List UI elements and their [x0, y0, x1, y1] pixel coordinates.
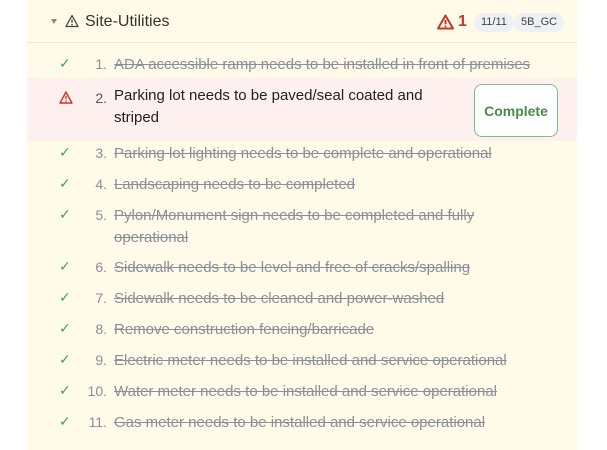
item-text: Sidewalk needs to be level and free of c… [114, 259, 471, 276]
warning-icon [65, 14, 79, 28]
item-number: 2. [95, 90, 107, 106]
item-number: 3. [95, 145, 107, 161]
check-icon: ✓ [59, 382, 71, 398]
complete-button[interactable]: Complete [474, 84, 558, 137]
item-number: 8. [95, 321, 107, 337]
item-text: Sidewalk needs to be cleaned and power-w… [114, 290, 445, 307]
check-icon: ✓ [59, 258, 71, 274]
item-text: Water meter needs to be installed and se… [114, 383, 497, 400]
checklist-item: ✓ 5. Pylon/Monument sign needs to be com… [27, 204, 577, 250]
check-icon: ✓ [59, 55, 71, 71]
item-number: 11. [88, 414, 107, 430]
item-number: 1. [95, 56, 107, 72]
progress-badge: 11/11 [474, 13, 514, 32]
checklist-item: ✓ 4. Landscaping needs to be completed [27, 173, 577, 197]
item-text: Pylon/Monument sign needs to be complete… [114, 207, 475, 246]
checklist-item: ✓ 6. Sidewalk needs to be level and free… [27, 256, 577, 280]
item-number: 4. [95, 176, 107, 192]
item-text: Landscaping needs to be completed [114, 176, 356, 193]
section-title: Site-Utilities [85, 13, 170, 30]
checklist-item: ✓ 3. Parking lot lighting needs to be co… [27, 142, 577, 166]
checklist-item: ✓ 1. ADA accessible ramp needs to be ins… [27, 53, 577, 77]
warning-icon [59, 91, 73, 104]
check-icon: ✓ [59, 413, 71, 429]
checklist-section: Site-Utilities 1 11/11 5B_GC ✓ 1. ADA ac… [27, 0, 577, 450]
checklist-item: ✓ 7. Sidewalk needs to be cleaned and po… [27, 287, 577, 311]
checklist-item: ✓ 8. Remove construction fencing/barrica… [27, 318, 577, 342]
alert-count: 1 [458, 13, 467, 30]
checklist-item: ✓ 9. Electric meter needs to be installe… [27, 349, 577, 373]
item-number: 9. [95, 352, 107, 368]
check-icon: ✓ [59, 175, 71, 191]
item-text: Parking lot lighting needs to be complet… [114, 145, 492, 162]
item-text: Electric meter needs to be installed and… [114, 352, 507, 369]
check-icon: ✓ [59, 206, 71, 222]
check-icon: ✓ [59, 289, 71, 305]
section-header[interactable]: Site-Utilities 1 11/11 5B_GC [27, 0, 577, 43]
item-number: 5. [95, 207, 107, 223]
checklist-item-open: 2. Parking lot needs to be paved/seal co… [27, 78, 577, 141]
checklist-item: ✓ 11. Gas meter needs to be installed an… [27, 411, 577, 435]
checklist-item: ✓ 10. Water meter needs to be installed … [27, 380, 577, 404]
check-icon: ✓ [59, 144, 71, 160]
item-number: 6. [95, 259, 107, 275]
item-text: Parking lot needs to be paved/seal coate… [114, 87, 423, 126]
item-number: 7. [95, 290, 107, 306]
code-badge: 5B_GC [514, 13, 565, 32]
check-icon: ✓ [59, 320, 71, 336]
caret-down-icon[interactable] [51, 19, 57, 24]
alert-badge: 1 [437, 12, 467, 32]
item-text: ADA accessible ramp needs to be installe… [114, 56, 531, 73]
warning-icon [437, 14, 454, 30]
check-icon: ✓ [59, 351, 71, 367]
item-text: Remove construction fencing/barricade [114, 321, 375, 338]
item-text: Gas meter needs to be installed and serv… [114, 414, 486, 431]
item-number: 10. [87, 383, 107, 399]
